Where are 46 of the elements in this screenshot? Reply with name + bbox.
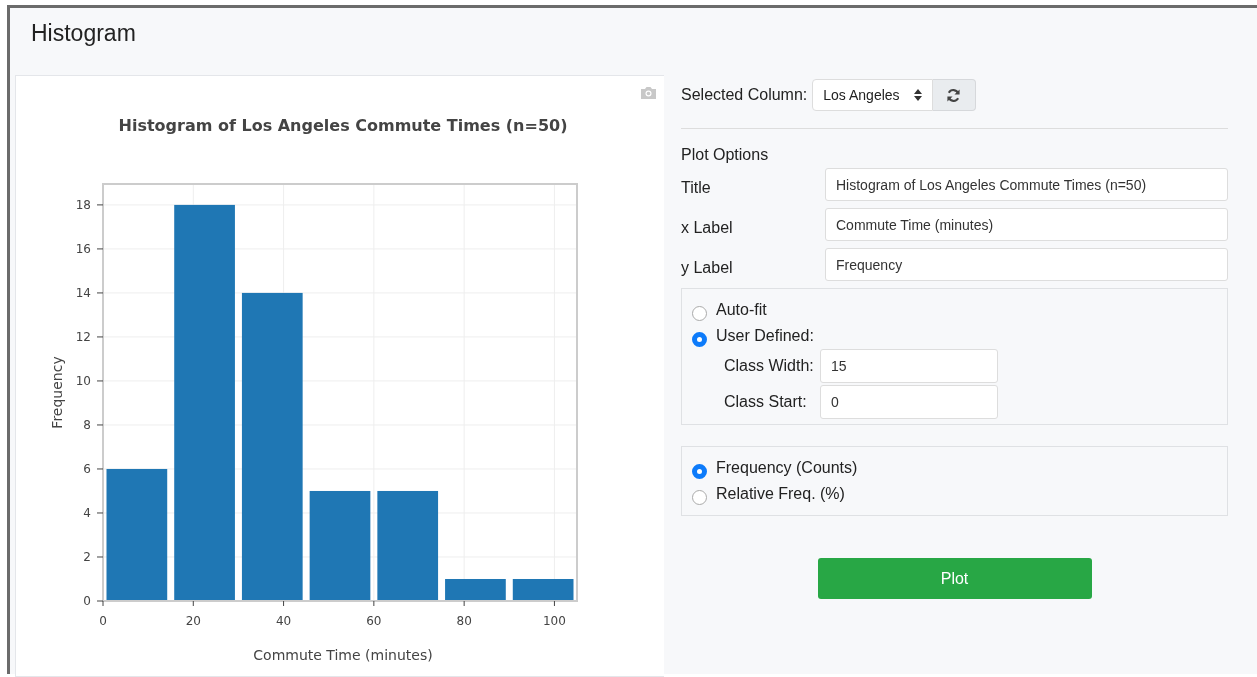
text-field[interactable]: Frequency: [825, 248, 1228, 281]
field-label: y Label: [681, 257, 733, 277]
x-axis-title: Commute Time (minutes): [253, 647, 433, 663]
x-tick-label: 100: [543, 614, 566, 628]
y-tick-label: 2: [83, 550, 91, 564]
number-field[interactable]: 15: [820, 349, 998, 383]
x-tick-label: 40: [275, 614, 292, 628]
column-select[interactable]: Los Angeles: [812, 79, 933, 111]
y-tick-label: 18: [75, 197, 91, 212]
refresh-icon: [946, 87, 962, 103]
field-label: Class Start:: [724, 393, 808, 411]
y-axis-title: Frequency: [49, 356, 65, 429]
x-tick-label: 60: [366, 614, 382, 628]
x-tick-label: 0: [99, 614, 107, 628]
section-heading: Plot Options: [681, 146, 770, 164]
chart-title: Histogram of Los Angeles Commute Times (n=50): [118, 116, 568, 135]
radio-label: Frequency (Counts): [716, 459, 858, 477]
y-tick-label: 10: [75, 373, 91, 388]
number-field[interactable]: 0: [820, 385, 998, 419]
radio-label: User Defined:: [716, 327, 814, 345]
text-field[interactable]: Commute Time (minutes): [825, 208, 1228, 241]
y-tick-label: 12: [75, 329, 91, 344]
y-tick-label: 6: [83, 461, 91, 476]
radio-label: Relative Freq. (%): [716, 485, 845, 503]
y-tick-label: 14: [75, 285, 91, 300]
column-label: Selected Column:: [681, 86, 808, 104]
sort-caret-icon: [913, 89, 922, 101]
radio-button[interactable]: [692, 463, 707, 479]
radio-button[interactable]: [692, 305, 707, 321]
y-tick-label: 0: [83, 594, 91, 608]
page-title: Histogram: [30, 19, 137, 48]
radio-button[interactable]: [692, 331, 707, 347]
histogram-bar: [445, 579, 506, 601]
field-label: Title: [681, 177, 711, 197]
field-label: x Label: [681, 217, 733, 237]
x-tick-label: 80: [456, 614, 472, 628]
y-tick-label: 8: [83, 417, 91, 432]
y-tick-label: 16: [75, 241, 91, 256]
refresh-button[interactable]: [932, 79, 976, 111]
y-tick-label: 4: [83, 506, 91, 520]
histogram-bar: [512, 579, 574, 601]
text-field[interactable]: Histogram of Los Angeles Commute Times (n=50): [825, 168, 1228, 201]
field-label: Class Width:: [724, 357, 815, 375]
radio-label: Auto-fit: [716, 301, 767, 319]
x-tick-label: 20: [185, 614, 201, 628]
radio-button[interactable]: [692, 489, 707, 505]
